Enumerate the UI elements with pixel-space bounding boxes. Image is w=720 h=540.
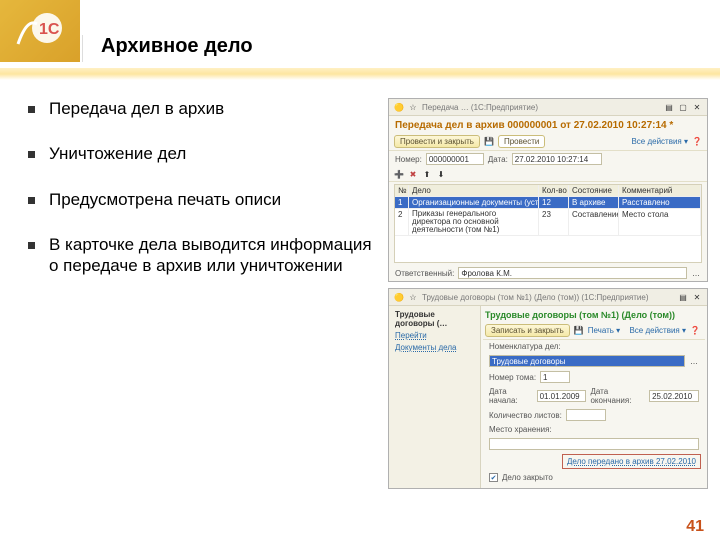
app-icon: 🟡 <box>394 292 404 302</box>
up-icon[interactable]: ⬆ <box>422 169 432 179</box>
bullet-text: Предусмотрена печать описи <box>49 189 281 210</box>
archived-link[interactable]: Дело передано в архив 27.02.2010 <box>562 454 701 469</box>
document-title: Трудовые договоры (том №1) (Дело (том)) <box>483 306 705 322</box>
date-open-field[interactable]: 01.01.2009 <box>537 390 587 402</box>
list-item: Передача дел в архив <box>28 98 378 119</box>
col-qty: Кол-во <box>539 185 569 196</box>
col-num: № <box>395 185 409 196</box>
closed-checkbox[interactable]: ✔ <box>489 473 498 482</box>
close-icon[interactable]: ✕ <box>692 292 702 302</box>
bullet-icon <box>28 197 35 204</box>
help-icon[interactable]: ❓ <box>690 326 700 336</box>
bullet-icon <box>28 151 35 158</box>
list-item: В карточке дела выводится информация о п… <box>28 234 378 277</box>
select-icon[interactable]: … <box>689 356 699 366</box>
print-link[interactable]: Печать ▾ <box>588 326 620 335</box>
screenshot-case-window: 🟡 ☆ Трудовые договоры (том №1) (Дело (то… <box>388 288 708 489</box>
add-icon[interactable]: ➕ <box>394 169 404 179</box>
list-item: Предусмотрена печать описи <box>28 189 378 210</box>
list-item: Уничтожение дел <box>28 143 378 164</box>
save-icon[interactable]: 💾 <box>484 137 494 147</box>
sidebar-primary[interactable]: Трудовые договоры (… <box>395 310 474 328</box>
minimize-icon[interactable]: ▢ <box>678 102 688 112</box>
place-field[interactable] <box>489 438 699 450</box>
date-close-label: Дата окончания: <box>590 387 645 405</box>
date-label: Дата: <box>488 155 508 164</box>
nomenclature-field[interactable]: Трудовые договоры <box>489 355 685 367</box>
tools-icon[interactable]: ▤ <box>678 292 688 302</box>
responsible-field[interactable]: Фролова К.М. <box>458 267 687 279</box>
all-actions-link[interactable]: Все действия ▾ <box>629 326 686 335</box>
down-icon[interactable]: ⬇ <box>436 169 446 179</box>
date-field[interactable]: 27.02.2010 10:27:14 <box>512 153 602 165</box>
delete-icon[interactable]: ✖ <box>408 169 418 179</box>
table-row[interactable]: 2 Приказы генерального директора по осно… <box>395 209 701 236</box>
responsible-label: Ответственный: <box>395 269 454 278</box>
app-icon: 🟡 <box>394 102 404 112</box>
screenshot-transfer-window: 🟡 ☆ Передача … (1С:Предприятие) ▤ ▢ ✕ Пе… <box>388 98 708 282</box>
number-field[interactable]: 000000001 <box>426 153 484 165</box>
select-icon[interactable]: … <box>691 268 701 278</box>
cases-table[interactable]: № Дело Кол-во Состояние Комментарий 1 Ор… <box>394 184 702 263</box>
bullet-list: Передача дел в архив Уничтожение дел Пре… <box>28 98 378 489</box>
all-actions-link[interactable]: Все действия ▾ <box>631 137 688 146</box>
help-icon[interactable]: ❓ <box>692 137 702 147</box>
tome-label: Номер тома: <box>489 373 536 382</box>
star-icon: ☆ <box>408 102 418 112</box>
date-open-label: Дата начала: <box>489 387 533 405</box>
tools-icon[interactable]: ▤ <box>664 102 674 112</box>
place-label: Место хранения: <box>489 425 552 434</box>
header-gradient <box>0 68 720 80</box>
logo-1c: 1С <box>0 0 80 62</box>
sidebar-item-docs[interactable]: Документы дела <box>395 343 474 352</box>
bullet-text: Уничтожение дел <box>49 143 186 164</box>
tome-field[interactable]: 1 <box>540 371 570 383</box>
page-number: 41 <box>686 518 704 536</box>
window-title: Трудовые договоры (том №1) (Дело (том)) … <box>422 293 649 302</box>
date-close-field[interactable]: 25.02.2010 <box>649 390 699 402</box>
save-icon[interactable]: 💾 <box>574 326 584 336</box>
post-button[interactable]: Провести <box>498 135 545 148</box>
col-comment: Комментарий <box>619 185 701 196</box>
window-title: Передача … (1С:Предприятие) <box>422 103 538 112</box>
nomenclature-label: Номенклатура дел: <box>489 342 561 351</box>
sheets-field[interactable] <box>566 409 606 421</box>
bullet-text: В карточке дела выводится информация о п… <box>49 234 378 277</box>
document-title: Передача дел в архив 000000001 от 27.02.… <box>389 116 707 133</box>
svg-text:1С: 1С <box>39 21 60 38</box>
sheets-label: Количество листов: <box>489 411 562 420</box>
table-row[interactable]: 1 Организационные документы (устав … 12 … <box>395 197 701 209</box>
star-icon: ☆ <box>408 292 418 302</box>
save-and-close-button[interactable]: Записать и закрыть <box>485 324 570 337</box>
col-case: Дело <box>409 185 539 196</box>
closed-label: Дело закрыто <box>502 473 553 482</box>
close-icon[interactable]: ✕ <box>692 102 702 112</box>
slide-title: Архивное дело <box>101 35 720 58</box>
bullet-text: Передача дел в архив <box>49 98 224 119</box>
sidebar-item-goto[interactable]: Перейти <box>395 331 474 340</box>
bullet-icon <box>28 242 35 249</box>
bullet-icon <box>28 106 35 113</box>
number-label: Номер: <box>395 155 422 164</box>
col-state: Состояние <box>569 185 619 196</box>
post-and-close-button[interactable]: Провести и закрыть <box>394 135 480 148</box>
